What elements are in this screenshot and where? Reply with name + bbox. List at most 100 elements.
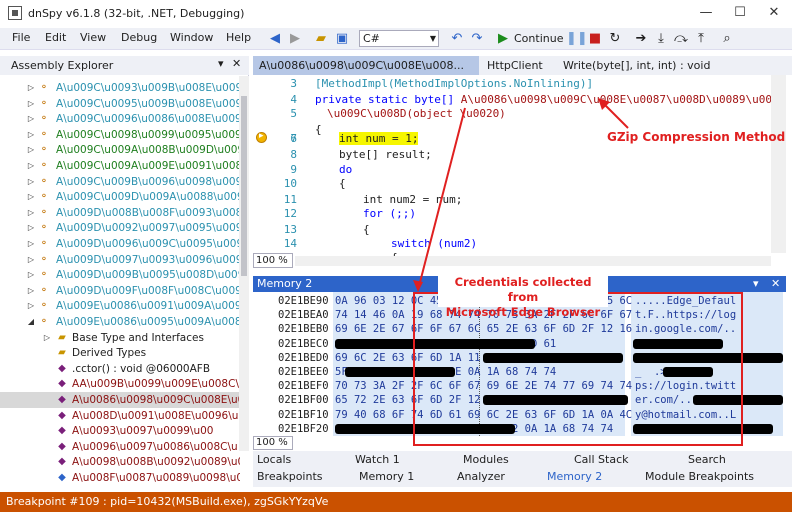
tree-method-item[interactable]: ◆ A\u008F\u0087\u0089\u0098\u00: [0, 470, 240, 486]
close-icon[interactable]: ✕: [771, 277, 780, 290]
chevron-down-icon[interactable]: ▾: [218, 57, 224, 70]
expand-arrow-icon[interactable]: ▷: [26, 236, 36, 252]
tree-item[interactable]: ▷ ⚬ A\u009C\u009A\u009E\u0091\u008F\: [0, 158, 240, 174]
expand-arrow-icon[interactable]: ▷: [42, 330, 52, 346]
tree-subitem[interactable]: ▰ Derived Types: [0, 345, 240, 361]
expand-arrow-icon[interactable]: ◢: [26, 314, 36, 330]
breakpoint-current-icon[interactable]: [256, 131, 267, 143]
expand-arrow-icon[interactable]: ▷: [26, 80, 36, 96]
open-folder-icon[interactable]: ▰: [312, 30, 330, 48]
chevron-down-icon: ▼: [429, 34, 436, 43]
tree-item[interactable]: ▷ ⚬ A\u009D\u0097\u0093\u0096\u009E\: [0, 252, 240, 268]
expand-arrow-icon[interactable]: ▷: [26, 220, 36, 236]
redo-icon[interactable]: ↷: [468, 30, 486, 48]
forward-icon[interactable]: ▶: [286, 30, 304, 48]
expand-arrow-icon[interactable]: ▷: [26, 174, 36, 190]
menu-help[interactable]: Help: [226, 31, 251, 44]
tree-item[interactable]: ▷ ⚬ A\u009D\u0092\u0097\u0095\u009\: [0, 220, 240, 236]
editor-scrollbar[interactable]: [771, 75, 786, 253]
expand-arrow-icon[interactable]: ▷: [26, 158, 36, 174]
scroll-thumb[interactable]: [241, 96, 247, 276]
step-into-icon[interactable]: ⤓: [652, 30, 670, 48]
left-scrollbar[interactable]: [239, 76, 249, 451]
tab-memory1[interactable]: Memory 1: [359, 470, 414, 483]
editor-hscrollbar[interactable]: [295, 256, 771, 266]
tree-item[interactable]: ◢ ⚬ A\u009E\u0086\u0095\u009A\u008E\: [0, 314, 240, 330]
tree-item[interactable]: ▷ ⚬ A\u009C\u0093\u009B\u008E\u0096\: [0, 80, 240, 96]
close-button[interactable]: ✕: [758, 2, 790, 24]
tab-analyzer[interactable]: Analyzer: [457, 470, 505, 483]
pause-icon[interactable]: ❚❚: [566, 30, 588, 48]
tree-item[interactable]: ▷ ⚬ A\u009D\u008B\u008F\u0093\u0088\: [0, 205, 240, 221]
tab-httpclient[interactable]: HttpClient: [481, 56, 549, 75]
tab-memory2[interactable]: Memory 2: [547, 470, 602, 483]
menu-view[interactable]: View: [80, 31, 106, 44]
menu-edit[interactable]: Edit: [45, 31, 66, 44]
tree-method-item[interactable]: ◆ A\u0096\u0097\u0086\u008C\u: [0, 439, 240, 455]
language-select[interactable]: C# ▼: [359, 30, 439, 47]
tab-watch1[interactable]: Watch 1: [355, 453, 400, 466]
tab-module-breakpoints[interactable]: Module Breakpoints: [645, 470, 754, 483]
memory-title: Memory 2: [257, 277, 313, 290]
menu-window[interactable]: Window: [170, 31, 213, 44]
tree-method-label: A\u0098\u008B\u0092\u0089\u00: [72, 456, 240, 469]
tab-modules[interactable]: Modules: [463, 453, 509, 466]
expand-arrow-icon[interactable]: ▷: [26, 267, 36, 283]
tab-write[interactable]: Write(byte[], int, int) : void: [557, 56, 716, 75]
class-icon: ⚬: [39, 206, 49, 218]
restart-icon[interactable]: ↻: [606, 30, 624, 48]
tree-item[interactable]: ▷ ⚬ A\u009E\u0086\u0091\u009A\u009D\: [0, 298, 240, 314]
tree-item[interactable]: ▷ ⚬ A\u009D\u009F\u008F\u008C\u0099\: [0, 283, 240, 299]
expand-arrow-icon[interactable]: ▷: [26, 111, 36, 127]
expand-arrow-icon[interactable]: ▷: [26, 189, 36, 205]
tree-item[interactable]: ▷ ⚬ A\u009C\u0098\u0099\u0095\u009C\: [0, 127, 240, 143]
menu-debug[interactable]: Debug: [121, 31, 157, 44]
expand-arrow-icon[interactable]: ▷: [26, 96, 36, 112]
tree-method-item[interactable]: ◆ A\u0098\u008B\u0092\u0089\u00: [0, 454, 240, 470]
tab-breakpoints[interactable]: Breakpoints: [257, 470, 323, 483]
maximize-button[interactable]: ☐: [724, 2, 756, 24]
step-over-icon[interactable]: ⤼: [672, 30, 690, 48]
expand-arrow-icon[interactable]: ▷: [26, 298, 36, 314]
close-icon[interactable]: ✕: [232, 57, 241, 70]
code-editor[interactable]: 34567891011121314 [MethodImpl(MethodImpl…: [253, 75, 792, 264]
step-out-icon[interactable]: ⤒: [692, 30, 710, 48]
save-icon[interactable]: ▣: [333, 30, 351, 48]
expand-arrow-icon[interactable]: ▷: [26, 283, 36, 299]
expand-arrow-icon[interactable]: ▷: [26, 205, 36, 221]
stop-icon[interactable]: ■: [586, 30, 604, 48]
assembly-explorer-panel: Assembly Explorer ▾ ✕ ▷ ⚬ A\u009C\u0093\u0…: [0, 56, 249, 484]
chevron-down-icon[interactable]: ▾: [753, 277, 759, 290]
tree-item[interactable]: ▷ ⚬ A\u009C\u0095\u009B\u008E\u0096\: [0, 96, 240, 112]
continue-button[interactable]: Continue: [514, 32, 563, 45]
continue-icon[interactable]: ▶: [494, 30, 512, 48]
editor-zoom[interactable]: 100 %: [253, 253, 293, 268]
tab-method[interactable]: A\u0086\u0098\u009C\u008E\u008...: [253, 56, 479, 75]
tree-method-item[interactable]: ◆ A\u0086\u0098\u009C\u008E\u00: [0, 392, 240, 408]
tree-subitem[interactable]: ◆ .cctor() : void @06000AFB: [0, 361, 240, 377]
expand-arrow-icon[interactable]: ▷: [26, 142, 36, 158]
expand-arrow-icon[interactable]: ▷: [26, 252, 36, 268]
tree-item[interactable]: ▷ ⚬ A\u009D\u009B\u0095\u008D\u0099\: [0, 267, 240, 283]
minimize-button[interactable]: —: [690, 2, 722, 24]
title-bar: dnSpy v6.1.8 (32-bit, .NET, Debugging) —…: [0, 0, 792, 28]
memory-zoom[interactable]: 100 %: [253, 436, 293, 450]
back-icon[interactable]: ◀: [266, 30, 284, 48]
tree-item[interactable]: ▷ ⚬ A\u009D\u0096\u009C\u0095\u009E\: [0, 236, 240, 252]
show-next-statement-icon[interactable]: ➔: [632, 30, 650, 48]
undo-icon[interactable]: ↶: [448, 30, 466, 48]
search-icon[interactable]: ⌕: [718, 30, 736, 48]
tree-method-item[interactable]: ◆ A\u0093\u0097\u0099\u00: [0, 423, 240, 439]
tree-method-item[interactable]: ◆ AA\u009B\u0099\u009E\u008C\u: [0, 376, 240, 392]
tab-call-stack[interactable]: Call Stack: [574, 453, 628, 466]
tab-locals[interactable]: Locals: [257, 453, 291, 466]
tab-search[interactable]: Search: [688, 453, 726, 466]
tree-subitem[interactable]: ▷ ▰ Base Type and Interfaces: [0, 330, 240, 346]
expand-arrow-icon[interactable]: ▷: [26, 127, 36, 143]
tree-item[interactable]: ▷ ⚬ A\u009C\u0096\u0086\u008E\u0096F\: [0, 111, 240, 127]
tree-item[interactable]: ▷ ⚬ A\u009C\u009B\u0096\u0098\u009E\: [0, 174, 240, 190]
tree-item[interactable]: ▷ ⚬ A\u009C\u009A\u008B\u009D\u0096\: [0, 142, 240, 158]
tree-item[interactable]: ▷ ⚬ A\u009C\u009D\u009A\u0088\u0099\: [0, 189, 240, 205]
menu-file[interactable]: File: [12, 31, 30, 44]
tree-method-item[interactable]: ◆ A\u008D\u0091\u008E\u0096\u00: [0, 408, 240, 424]
